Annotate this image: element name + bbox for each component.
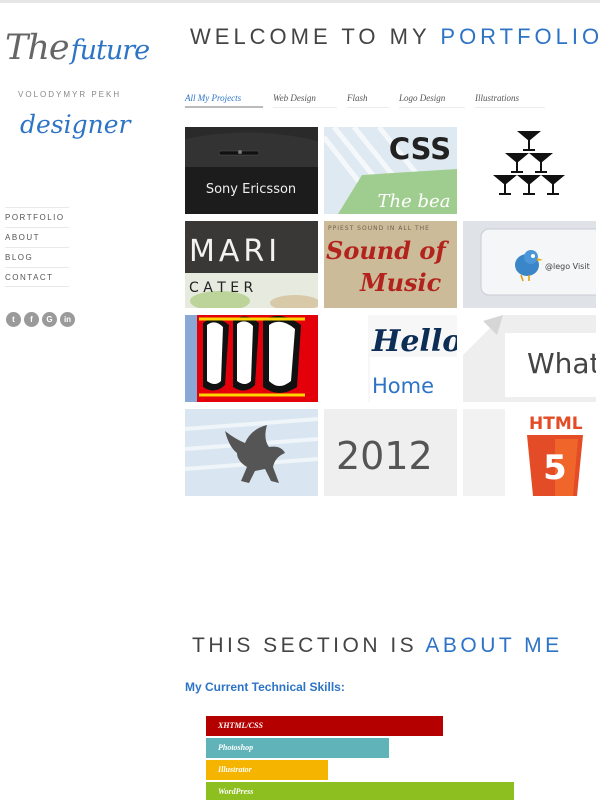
marie-text: MARI [189,234,281,269]
sidebar: Thefuture VOLODYMYR PEKH designer PORTFO… [0,0,160,800]
project-tile-marie-catering[interactable]: MARI C A T E R [185,221,318,308]
glasses-pyramid-thumbnail [463,127,596,214]
logo-future: future [70,35,151,66]
catering-text: C A T E R [189,280,254,296]
hello-text: Hello [371,324,457,359]
nav-portfolio[interactable]: PORTFOLIO [5,207,69,227]
nav-contact[interactable]: CONTACT [5,267,69,287]
page-title-accent: PORTFOLIO [440,24,600,49]
skill-bar-xhtml-css: XHTML/CSS [206,716,443,736]
filter-web-design[interactable]: Web Design [273,90,337,108]
lego-thumbnail [185,315,318,402]
year-text: 2012 [336,434,433,478]
what-thumbnail: What [463,315,596,402]
skill-bar-illustrator: Illustrator [206,760,328,780]
twitter-bird-thumbnail: @lego Visit [463,221,596,308]
music-text: Music [359,268,442,297]
project-tile-sound-of-music[interactable]: PPIEST SOUND IN ALL THE Sound of Music [324,221,457,308]
filter-all-projects[interactable]: All My Projects [185,90,263,108]
project-tile-sony-ericsson[interactable]: Sony Ericsson [185,127,318,214]
about-heading-prefix: THIS SECTION IS [192,634,418,657]
twitter-icon[interactable]: t [6,312,21,327]
project-tile-lego[interactable] [185,315,318,402]
nav-about[interactable]: ABOUT [5,227,69,247]
html5-badge: 5 [543,448,567,488]
facebook-icon[interactable]: f [24,312,39,327]
filter-illustrations[interactable]: Illustrations [475,90,545,108]
css-thumbnail: CSS The bea [324,127,457,214]
project-tile-2012[interactable]: 2012 [324,409,457,496]
nav-blog[interactable]: BLOG [5,247,69,267]
logo-the: The [5,28,70,68]
linkedin-icon[interactable]: in [60,312,75,327]
html5-thumbnail: HTML 5 [463,409,596,496]
about-heading-accent: ABOUT ME [425,634,563,657]
project-tile-html5[interactable]: HTML 5 [463,409,596,496]
skill-bar-wordpress: WordPress [206,782,514,800]
what-text: What [527,347,596,380]
hello-home-thumbnail: Hello Home [324,315,457,402]
logo-role: designer [20,110,131,139]
project-tile-pegasus[interactable] [185,409,318,496]
css-subtitle: The bea [378,191,451,212]
filter-flash[interactable]: Flash [347,90,389,108]
sony-ericsson-text: Sony Ericsson [206,182,296,197]
logo[interactable]: Thefuture [5,28,151,68]
page-title-prefix: WELCOME TO MY [190,24,431,49]
portfolio-filters: All My Projects Web Design Flash Logo De… [185,90,555,108]
year-2012-thumbnail: 2012 [324,409,457,496]
css-text: CSS [389,132,451,166]
page-title: WELCOME TO MY PORTFOLIO [190,24,600,50]
sound-of-text: Sound of [326,236,449,265]
skills-title: My Current Technical Skills: [185,680,345,694]
skill-bar-photoshop: Photoshop [206,738,389,758]
pegasus-thumbnail [185,409,318,496]
filter-logo-design[interactable]: Logo Design [399,90,465,108]
portfolio-grid: Sony Ericsson CSS The bea MARI C A T E R… [185,127,596,497]
sound-of-music-thumbnail: PPIEST SOUND IN ALL THE Sound of Music [324,221,457,308]
project-tile-twitter-bird[interactable]: @lego Visit [463,221,596,308]
sound-tagline: PPIEST SOUND IN ALL THE [328,225,430,232]
google-icon[interactable]: G [42,312,57,327]
project-tile-what[interactable]: What [463,315,596,402]
project-tile-hello-home[interactable]: Hello Home [324,315,457,402]
twitter-handle-text: @lego Visit [545,262,590,271]
home-text: Home [372,374,434,398]
project-tile-css[interactable]: CSS The bea [324,127,457,214]
sony-ericsson-thumbnail: Sony Ericsson [185,127,318,214]
main-nav: PORTFOLIO ABOUT BLOG CONTACT [5,207,69,287]
about-heading: THIS SECTION IS ABOUT ME [192,634,563,658]
project-tile-glasses[interactable] [463,127,596,214]
social-links: t f G in [6,312,75,327]
owner-name: VOLODYMYR PEKH [18,90,122,99]
marie-catering-thumbnail: MARI C A T E R [185,221,318,308]
html-text: HTML [529,414,583,434]
